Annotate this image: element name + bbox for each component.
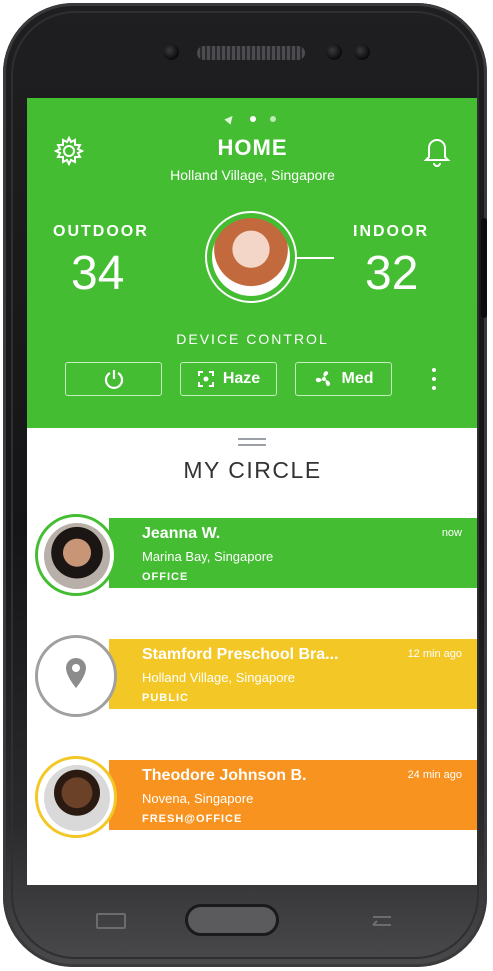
page-title: HOME xyxy=(217,135,288,160)
contact-time: 12 min ago xyxy=(407,648,462,660)
card-band xyxy=(109,639,478,709)
avatar-connector-line xyxy=(297,257,334,259)
proximity-sensor xyxy=(354,44,370,60)
card-band xyxy=(109,760,478,830)
more-vertical-icon[interactable] xyxy=(425,364,443,394)
card-band xyxy=(109,518,478,588)
page-indicator xyxy=(27,113,478,125)
power-button[interactable] xyxy=(65,362,162,396)
home-header: HOME Holland Village, Singapore OUTDOOR … xyxy=(27,98,478,428)
contact-time: 24 min ago xyxy=(407,769,462,781)
page-dot xyxy=(270,116,277,123)
speaker-grille xyxy=(197,46,305,60)
device-control-label: DEVICE CONTROL xyxy=(176,331,329,347)
haze-button[interactable]: Haze xyxy=(180,362,277,396)
front-sensor xyxy=(163,44,179,60)
contact-location: Holland Village, Singapore xyxy=(142,670,295,685)
avatar-photo xyxy=(44,523,110,589)
side-button xyxy=(481,218,487,318)
user-avatar-photo xyxy=(212,218,290,296)
contact-tag: FRESH@OFFICE xyxy=(142,813,243,825)
bell-icon[interactable] xyxy=(422,135,452,167)
outdoor-label: OUTDOOR xyxy=(53,223,149,240)
power-icon xyxy=(104,370,123,390)
haze-icon xyxy=(197,371,214,387)
map-pin-icon xyxy=(66,658,86,688)
avatar xyxy=(35,756,117,838)
avatar-photo xyxy=(44,765,110,831)
avatar xyxy=(35,514,117,596)
contact-time: now xyxy=(441,527,462,539)
indoor-label: INDOOR xyxy=(353,223,429,240)
front-camera xyxy=(326,44,342,60)
contact-name: Jeanna W. xyxy=(142,525,221,542)
home-button[interactable] xyxy=(185,904,279,936)
indoor-value: 32 xyxy=(365,247,419,300)
fan-icon xyxy=(315,371,330,386)
contact-location: Marina Bay, Singapore xyxy=(142,549,274,564)
list-item[interactable]: Jeanna W. Marina Bay, Singapore OFFICE n… xyxy=(27,514,478,596)
gear-icon[interactable] xyxy=(54,136,84,166)
list-item[interactable]: Theodore Johnson B. Novena, Singapore FR… xyxy=(27,756,478,838)
haze-button-label: Haze xyxy=(222,370,261,387)
drag-handle[interactable] xyxy=(238,438,266,446)
location-arrow-icon xyxy=(224,113,236,125)
contact-tag: OFFICE xyxy=(142,571,189,583)
app-screen: HOME Holland Village, Singapore OUTDOOR … xyxy=(27,98,478,885)
outdoor-value: 34 xyxy=(71,247,125,300)
user-avatar[interactable] xyxy=(205,211,297,303)
contact-tag: PUBLIC xyxy=(142,692,189,704)
contact-name: Theodore Johnson B. xyxy=(142,767,307,784)
avatar xyxy=(35,635,117,717)
phone-frame: HOME Holland Village, Singapore OUTDOOR … xyxy=(3,3,487,967)
contact-name: Stamford Preschool Bra... xyxy=(142,646,339,663)
fan-speed-label: Med xyxy=(341,370,374,387)
menu-key-icon[interactable] xyxy=(96,913,126,929)
circle-title: MY CIRCLE xyxy=(183,457,322,483)
home-location: Holland Village, Singapore xyxy=(170,167,335,183)
fan-speed-button[interactable]: Med xyxy=(295,362,392,396)
page-dot-active xyxy=(249,116,256,123)
contact-location: Novena, Singapore xyxy=(142,791,254,806)
back-icon[interactable] xyxy=(365,913,395,929)
list-item[interactable]: Stamford Preschool Bra... Holland Villag… xyxy=(27,635,478,717)
